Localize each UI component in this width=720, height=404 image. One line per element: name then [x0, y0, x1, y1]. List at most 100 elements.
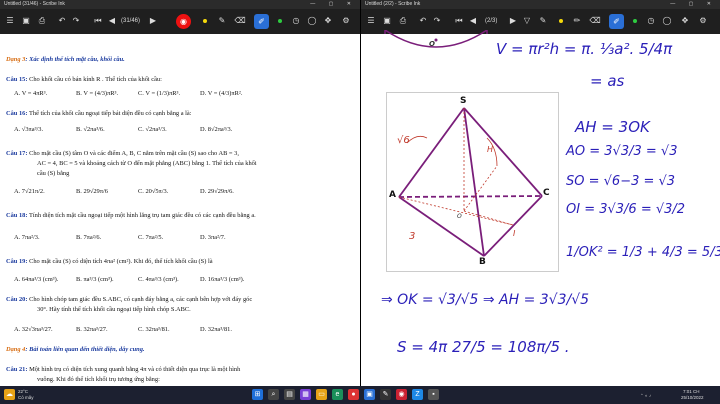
page-indicator: (31/46) — [121, 18, 141, 24]
laser-pointer-icon[interactable]: ▽ — [521, 14, 533, 28]
q17-choice-a[interactable]: A. 7√21π/2. — [14, 188, 76, 196]
q20-choice-b[interactable]: B. 32πa³/27. — [76, 326, 138, 334]
pyramid-figure — [398, 107, 543, 257]
weather-icon[interactable]: ☁ — [4, 389, 15, 400]
clock-time[interactable]: 7:01 CH — [683, 389, 700, 394]
highlighter-icon[interactable]: ✐ — [254, 14, 269, 29]
redo-icon[interactable]: ↷ — [70, 14, 82, 28]
q18-choice-b[interactable]: B. 7πa²/6. — [76, 234, 138, 242]
q16-choice-d[interactable]: D. 8√2πa³/3. — [200, 126, 262, 134]
tray-icons[interactable]: ⌃ ◐ ♪ — [640, 393, 651, 398]
edge-icon[interactable]: e — [332, 389, 343, 400]
eraser-icon[interactable]: ⌫ — [589, 14, 601, 28]
recorder-icon[interactable]: ◉ — [396, 389, 407, 400]
q18-text: Tính diện tích mặt cầu ngoại tiếp một hì… — [28, 212, 256, 219]
scribe-ink-icon[interactable]: ✎ — [380, 389, 391, 400]
label-o: O — [457, 213, 462, 220]
save-icon[interactable]: ▣ — [20, 14, 32, 28]
q20-choice-d[interactable]: D. 32πa³/81. — [200, 326, 262, 334]
q18-choice-a[interactable]: A. 7πa²/3. — [14, 234, 76, 242]
highlighter-icon[interactable]: ✐ — [609, 14, 624, 29]
undo-icon[interactable]: ↶ — [417, 14, 429, 28]
q15-choices: A. V = 4πR³. B. V = (4/3)πR³. C. V = (1/3)… — [14, 90, 356, 98]
left-window-title: Untitled (31/46) - Scribe Ink — [4, 1, 65, 7]
pen-icon[interactable]: ✎ — [537, 14, 549, 28]
section3-text: : Xác định thể tích mặt cầu, khối cầu. — [25, 56, 125, 63]
print-icon[interactable]: ⎙ — [36, 14, 48, 28]
search-icon[interactable]: ⌕ — [268, 389, 279, 400]
file-explorer-icon[interactable]: ▭ — [316, 389, 327, 400]
q20-text: Cho hình chóp tam giác đều S.ABC, có cạn… — [29, 296, 253, 303]
clock-date[interactable]: 25/10/2022 — [681, 395, 704, 400]
record-icon[interactable]: ◉ — [176, 14, 191, 29]
q19-choice-c[interactable]: C. 4πa³/3 (cm³). — [138, 276, 200, 284]
q16-choice-a[interactable]: A. √3πa³/3. — [14, 126, 76, 134]
settings-icon[interactable]: ⚙ — [697, 14, 709, 28]
q17-choice-b[interactable]: B. 29√29π/6 — [76, 188, 138, 196]
move-icon[interactable]: ✥ — [679, 14, 691, 28]
q19-choice-b[interactable]: B. πa³/3 (cm³). — [76, 276, 138, 284]
q17-choice-d[interactable]: D. 29√29π/6. — [200, 188, 262, 196]
green-color-icon[interactable] — [278, 19, 282, 23]
section4-text: : Bài toán liên quan đến thiết diện, dây… — [25, 346, 145, 353]
cylinder-label-o: O — [429, 40, 435, 48]
next-page-icon[interactable]: ▶ — [147, 14, 159, 28]
eraser-icon[interactable]: ⌫ — [234, 14, 246, 28]
q17-text: Cho mặt cầu (S) tâm O và các điểm A, B, … — [29, 150, 239, 157]
q19-choice-a[interactable]: A. 64πa³/3 (cm³). — [14, 276, 76, 284]
start-icon[interactable]: ⊞ — [252, 389, 263, 400]
green-color-icon[interactable] — [633, 19, 637, 23]
menu-icon[interactable]: ☰ — [4, 14, 16, 28]
pen-icon[interactable]: ✎ — [216, 14, 228, 28]
question-15: Câu 15: Cho khối cầu có bán kính R . Thể… — [6, 76, 356, 84]
q20-text-line2: 30°. Hãy tính thể tích khối cầu ngoại ti… — [37, 306, 191, 313]
next-page-icon[interactable]: ▶ — [507, 14, 519, 28]
q21-text-line2: vuông. Khi đó thể tích khối trụ tương ứn… — [37, 376, 160, 383]
first-page-icon[interactable]: ⏮ — [453, 14, 465, 28]
q20-choice-c[interactable]: C. 32πa³/81. — [138, 326, 200, 334]
right-window-controls[interactable]: — ▢ ✕ — [670, 0, 717, 9]
yellow-color-icon[interactable] — [559, 19, 563, 23]
q15-choice-c[interactable]: C. V = (1/3)πR³. — [138, 90, 200, 98]
zalo-icon[interactable]: Z — [412, 389, 423, 400]
left-window-controls[interactable]: — ▢ ✕ — [310, 0, 357, 9]
settings-icon[interactable]: ⚙ — [340, 14, 352, 28]
widgets-icon[interactable]: ▦ — [300, 389, 311, 400]
label-a: A — [389, 190, 396, 200]
shape-icon[interactable]: ◯ — [306, 14, 318, 28]
pen-alt-icon[interactable]: ✏ — [571, 14, 583, 28]
label-c: C — [543, 188, 550, 198]
q15-choice-d[interactable]: D. V = (4/3)πR². — [200, 90, 262, 98]
q16-choice-c[interactable]: C. √2πa³/3. — [138, 126, 200, 134]
shape-icon[interactable]: ◯ — [661, 14, 673, 28]
q18-choice-c[interactable]: C. 7πa²/5. — [138, 234, 200, 242]
print-icon[interactable]: ⎙ — [397, 14, 409, 28]
app-icon[interactable]: ▪ — [428, 389, 439, 400]
question-18: Câu 18: Tính diện tích mặt cầu ngoại tiế… — [6, 212, 356, 220]
label-i: I — [513, 229, 516, 238]
undo-icon[interactable]: ↶ — [56, 14, 68, 28]
q20-choice-a[interactable]: A. 32√3πa³/27. — [14, 326, 76, 334]
clock-icon[interactable]: ◷ — [290, 14, 302, 28]
menu-icon[interactable]: ☰ — [365, 14, 377, 28]
redo-icon[interactable]: ↷ — [431, 14, 443, 28]
page-indicator: (2/3) — [485, 18, 498, 24]
q18-choice-d[interactable]: D. 3πa²/7. — [200, 234, 262, 242]
prev-page-icon[interactable]: ◀ — [467, 14, 479, 28]
q19-text: Cho mặt cầu (S) có diện tích 4πa² (cm²).… — [29, 258, 213, 265]
save-icon[interactable]: ▣ — [381, 14, 393, 28]
prev-page-icon[interactable]: ◀ — [106, 14, 118, 28]
first-page-icon[interactable]: ⏮ — [92, 14, 104, 28]
q19-choice-d[interactable]: D. 16πa³/3 (cm³). — [200, 276, 262, 284]
move-icon[interactable]: ✥ — [322, 14, 334, 28]
q15-choice-a[interactable]: A. V = 4πR³. — [14, 90, 76, 98]
chrome-icon[interactable]: ● — [348, 389, 359, 400]
store-icon[interactable]: ▣ — [364, 389, 375, 400]
clock-icon[interactable]: ◷ — [645, 14, 657, 28]
yellow-color-icon[interactable] — [203, 19, 207, 23]
cylinder-bottom-figure — [384, 30, 488, 48]
q15-choice-b[interactable]: B. V = (4/3)πR³. — [76, 90, 138, 98]
q16-choice-b[interactable]: B. √2πa³/6. — [76, 126, 138, 134]
task-view-icon[interactable]: ▤ — [284, 389, 295, 400]
q17-choice-c[interactable]: C. 20√5π/3. — [138, 188, 200, 196]
